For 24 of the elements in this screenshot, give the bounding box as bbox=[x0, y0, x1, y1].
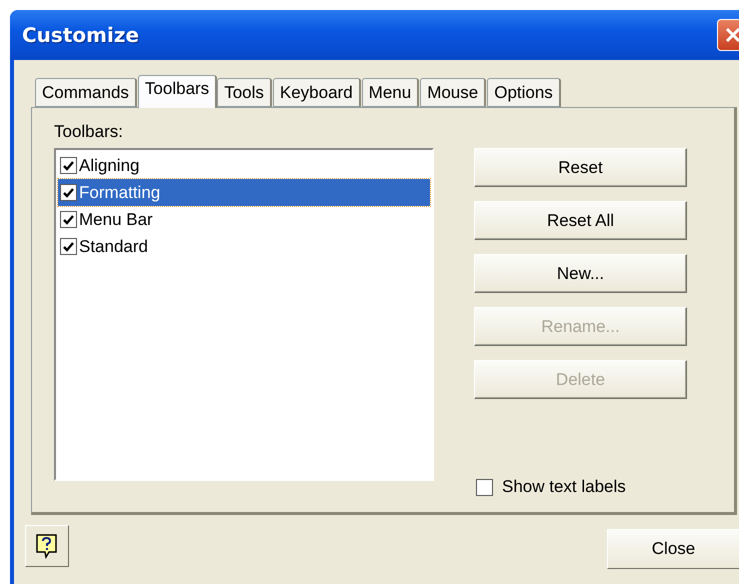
checkbox[interactable] bbox=[60, 238, 77, 255]
tab[interactable]: Toolbars bbox=[138, 75, 218, 108]
tab[interactable]: Menu bbox=[362, 78, 420, 107]
checkbox[interactable] bbox=[60, 184, 77, 201]
checkbox[interactable] bbox=[60, 157, 77, 174]
toolbar-item[interactable]: Formatting bbox=[58, 179, 430, 206]
help-icon bbox=[35, 533, 59, 559]
toolbar-item[interactable]: Menu Bar bbox=[58, 206, 430, 233]
toolbar-item[interactable]: Standard bbox=[58, 233, 430, 260]
show-text-labels-checkbox[interactable]: Show text labels bbox=[474, 477, 687, 497]
tab[interactable]: Mouse bbox=[420, 78, 486, 107]
toolbar-item[interactable]: Aligning bbox=[58, 152, 430, 179]
dialog-button[interactable]: Reset bbox=[474, 148, 687, 187]
toolbars-label: Toolbars: bbox=[54, 122, 124, 142]
tab[interactable]: Options bbox=[487, 78, 561, 107]
close-button[interactable]: Close bbox=[607, 529, 739, 569]
dialog-button[interactable]: New... bbox=[474, 254, 687, 293]
checkbox[interactable] bbox=[60, 211, 77, 228]
window-title: Customize bbox=[22, 23, 140, 47]
dialog-button[interactable]: Reset All bbox=[474, 201, 687, 240]
tab[interactable]: Tools bbox=[217, 78, 272, 107]
help-button[interactable] bbox=[25, 525, 69, 567]
tab[interactable]: Keyboard bbox=[272, 78, 361, 107]
tab[interactable]: Commands bbox=[35, 78, 137, 107]
